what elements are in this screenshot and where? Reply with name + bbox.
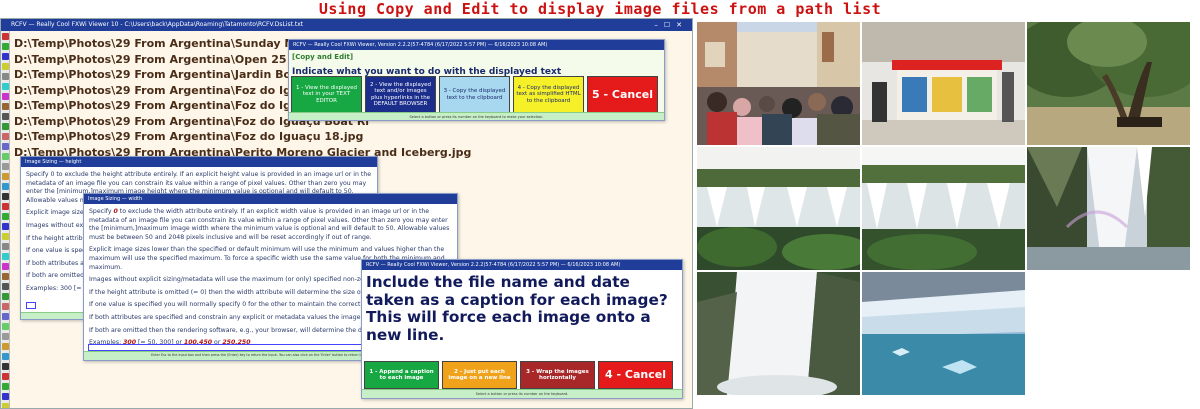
toolbar-button-icon[interactable]	[2, 53, 9, 60]
toolbar-button-icon[interactable]	[2, 273, 9, 280]
toolbar-button-icon[interactable]	[2, 153, 9, 160]
toolbar-button-icon[interactable]	[2, 233, 9, 240]
toolbar-button-icon[interactable]	[2, 403, 9, 408]
toolbar-button-icon[interactable]	[2, 323, 9, 330]
toolbar-button-icon[interactable]	[2, 283, 9, 290]
toolbar-button-icon[interactable]	[2, 33, 9, 40]
copy-option-1-button[interactable]: 1 - View the displayed text in your TEXT…	[291, 76, 362, 113]
window-controls[interactable]: –☐✕	[654, 19, 688, 31]
width-dialog-titlebar[interactable]: Image Sizing — width	[84, 194, 457, 204]
toolbar-button-icon[interactable]	[2, 133, 9, 140]
photo-open-25-hours[interactable]	[862, 22, 1025, 145]
caption-dialog: RCFV — Really Cool FXWi Viewer, Version …	[361, 259, 683, 399]
caption-dialog-buttons: 1 - Append a caption to each image 2 - Ju…	[364, 361, 673, 389]
toolbar-button-icon[interactable]	[2, 263, 9, 270]
toolbar-button-icon[interactable]	[2, 373, 9, 380]
photo-jardin-botanico[interactable]	[1027, 22, 1190, 145]
copy-dialog-buttons: 1 - View the displayed text in your TEXT…	[291, 76, 658, 113]
toolbar-button-icon[interactable]	[2, 43, 9, 50]
toolbar-button-icon[interactable]	[2, 203, 9, 210]
toolbar-button-icon[interactable]	[2, 253, 9, 260]
toolbar-button-icon[interactable]	[2, 293, 9, 300]
toolbar-button-icon[interactable]	[2, 183, 9, 190]
toolbar-button-icon[interactable]	[2, 83, 9, 90]
zero-value: 0	[113, 208, 118, 215]
toolbar-button-icon[interactable]	[2, 363, 9, 370]
toolbar-button-icon[interactable]	[2, 73, 9, 80]
copy-option-2-button[interactable]: 2 - View the displayed text and/or image…	[365, 76, 436, 113]
toolbar-button-icon[interactable]	[2, 163, 9, 170]
photo-foz-do-iguacu-butterfly[interactable]	[862, 147, 1025, 270]
caption-option-2-button[interactable]: 2 - Just put each image on a new line	[442, 361, 517, 389]
path-list-item[interactable]: D:\Temp\Photos\29 From Argentina\Foz do …	[14, 129, 471, 145]
copy-dialog-footer: Select a button or press its number on t…	[289, 112, 664, 120]
toolbar-button-icon[interactable]	[2, 243, 9, 250]
copy-dialog-prompt: Indicate what you want to do with the di…	[292, 67, 562, 77]
toolbar-button-icon[interactable]	[2, 63, 9, 70]
copy-edit-dialog: RCFV — Really Cool FXWi Viewer, Version …	[288, 39, 665, 121]
photo-foz-do-iguacu-18[interactable]	[697, 272, 860, 395]
height-input[interactable]: 100	[26, 302, 37, 319]
caption-dialog-footer: Select a button or press its number on t…	[362, 389, 682, 398]
toolbar-button-icon[interactable]	[2, 353, 9, 360]
toolbar-button-icon[interactable]	[2, 113, 9, 120]
caption-option-1-button[interactable]: 1 - Append a caption to each image	[364, 361, 439, 389]
toolbar-button-icon[interactable]	[2, 333, 9, 340]
side-toolbar	[1, 31, 10, 408]
caption-option-4-button[interactable]: 4 - Cancel	[598, 361, 673, 389]
photo-foz-do-iguacu-boat-ride[interactable]	[1027, 147, 1190, 270]
banner-title: Using Copy and Edit to display image fil…	[318, 0, 882, 18]
viewer-title: RCFV — Really Cool FXWi Viewer 10 - C:\U…	[11, 21, 304, 28]
photo-foz-do-iguacu-8[interactable]	[697, 147, 860, 270]
copy-option-4-button[interactable]: 4 - Copy the displayed text as simplifie…	[513, 76, 584, 113]
copy-dialog-tag: [Copy and Edit]	[292, 53, 354, 61]
caption-question: Include the file name and date taken as …	[366, 273, 668, 344]
toolbar-button-icon[interactable]	[2, 213, 9, 220]
width-para-1-text: to exclude the width attribute entirely.…	[89, 208, 450, 241]
photo-sunday-market[interactable]	[697, 22, 860, 145]
toolbar-button-icon[interactable]	[2, 93, 9, 100]
toolbar-button-icon[interactable]	[2, 123, 9, 130]
toolbar-button-icon[interactable]	[2, 103, 9, 110]
caption-dialog-titlebar[interactable]: RCFV — Really Cool FXWi Viewer, Version …	[362, 260, 682, 270]
toolbar-button-icon[interactable]	[2, 313, 9, 320]
toolbar-button-icon[interactable]	[2, 303, 9, 310]
width-input[interactable]	[88, 344, 368, 351]
caption-option-3-button[interactable]: 3 - Wrap the images horizontally	[520, 361, 595, 389]
width-para-1: Specify 0 to exclude the width attribute…	[89, 208, 450, 241]
toolbar-button-icon[interactable]	[2, 223, 9, 230]
copy-dialog-titlebar[interactable]: RCFV — Really Cool FXWi Viewer, Version …	[289, 40, 664, 50]
height-dialog-titlebar[interactable]: Image Sizing — height	[21, 157, 377, 167]
toolbar-button-icon[interactable]	[2, 193, 9, 200]
photo-perito-moreno-glacier[interactable]	[862, 272, 1025, 395]
toolbar-button-icon[interactable]	[2, 393, 9, 400]
toolbar-button-icon[interactable]	[2, 143, 9, 150]
toolbar-button-icon[interactable]	[2, 173, 9, 180]
copy-option-3-button[interactable]: 3 - Copy the displayed text to the clipb…	[439, 76, 510, 113]
viewer-titlebar[interactable]: RCFV — Really Cool FXWi Viewer 10 - C:\U…	[1, 19, 692, 31]
toolbar-button-icon[interactable]	[2, 343, 9, 350]
toolbar-button-icon[interactable]	[2, 383, 9, 390]
copy-option-5-button[interactable]: 5 - Cancel	[587, 76, 658, 113]
